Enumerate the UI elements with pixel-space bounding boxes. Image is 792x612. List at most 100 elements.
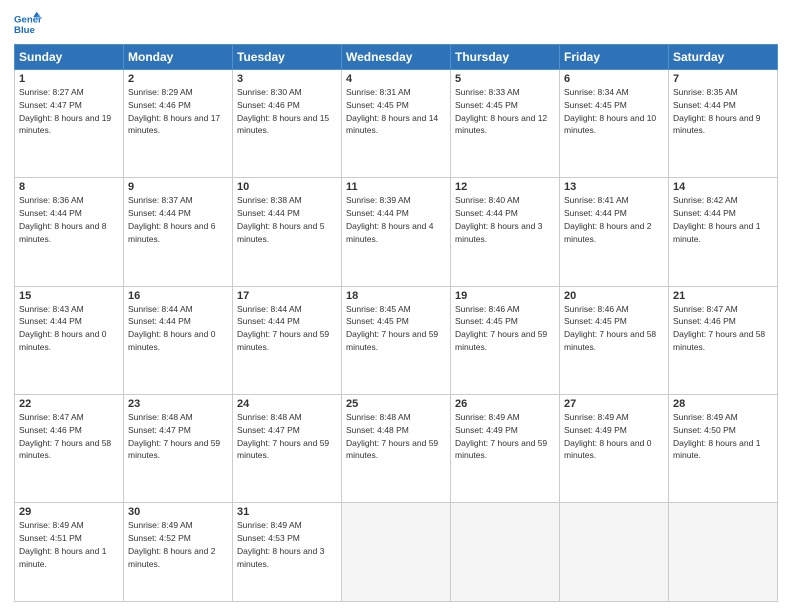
day-info: Sunrise: 8:41 AMSunset: 4:44 PMDaylight:…	[564, 194, 664, 245]
day-number: 24	[237, 398, 337, 410]
day-info: Sunrise: 8:46 AMSunset: 4:45 PMDaylight:…	[564, 303, 664, 354]
header-cell-thursday: Thursday	[451, 45, 560, 70]
calendar: SundayMondayTuesdayWednesdayThursdayFrid…	[14, 44, 778, 602]
day-number: 27	[564, 398, 664, 410]
day-number: 13	[564, 181, 664, 193]
day-info: Sunrise: 8:45 AMSunset: 4:45 PMDaylight:…	[346, 303, 446, 354]
calendar-cell: 14Sunrise: 8:42 AMSunset: 4:44 PMDayligh…	[669, 178, 778, 286]
calendar-cell: 22Sunrise: 8:47 AMSunset: 4:46 PMDayligh…	[15, 395, 124, 503]
day-info: Sunrise: 8:48 AMSunset: 4:47 PMDaylight:…	[237, 411, 337, 462]
day-info: Sunrise: 8:49 AMSunset: 4:52 PMDaylight:…	[128, 519, 228, 570]
calendar-cell: 24Sunrise: 8:48 AMSunset: 4:47 PMDayligh…	[233, 395, 342, 503]
day-number: 30	[128, 506, 228, 518]
calendar-cell	[451, 503, 560, 602]
day-number: 14	[673, 181, 773, 193]
calendar-cell: 17Sunrise: 8:44 AMSunset: 4:44 PMDayligh…	[233, 286, 342, 394]
calendar-cell: 18Sunrise: 8:45 AMSunset: 4:45 PMDayligh…	[342, 286, 451, 394]
calendar-row-4: 29Sunrise: 8:49 AMSunset: 4:51 PMDayligh…	[15, 503, 778, 602]
day-info: Sunrise: 8:49 AMSunset: 4:49 PMDaylight:…	[455, 411, 555, 462]
calendar-header-row: SundayMondayTuesdayWednesdayThursdayFrid…	[15, 45, 778, 70]
header-cell-saturday: Saturday	[669, 45, 778, 70]
calendar-cell: 8Sunrise: 8:36 AMSunset: 4:44 PMDaylight…	[15, 178, 124, 286]
day-info: Sunrise: 8:36 AMSunset: 4:44 PMDaylight:…	[19, 194, 119, 245]
day-info: Sunrise: 8:38 AMSunset: 4:44 PMDaylight:…	[237, 194, 337, 245]
calendar-cell: 30Sunrise: 8:49 AMSunset: 4:52 PMDayligh…	[124, 503, 233, 602]
calendar-cell: 7Sunrise: 8:35 AMSunset: 4:44 PMDaylight…	[669, 70, 778, 178]
day-info: Sunrise: 8:44 AMSunset: 4:44 PMDaylight:…	[237, 303, 337, 354]
day-info: Sunrise: 8:49 AMSunset: 4:53 PMDaylight:…	[237, 519, 337, 570]
day-number: 20	[564, 290, 664, 302]
calendar-cell: 6Sunrise: 8:34 AMSunset: 4:45 PMDaylight…	[560, 70, 669, 178]
calendar-cell: 13Sunrise: 8:41 AMSunset: 4:44 PMDayligh…	[560, 178, 669, 286]
header-cell-monday: Monday	[124, 45, 233, 70]
calendar-cell: 26Sunrise: 8:49 AMSunset: 4:49 PMDayligh…	[451, 395, 560, 503]
day-info: Sunrise: 8:46 AMSunset: 4:45 PMDaylight:…	[455, 303, 555, 354]
calendar-cell: 21Sunrise: 8:47 AMSunset: 4:46 PMDayligh…	[669, 286, 778, 394]
header-cell-wednesday: Wednesday	[342, 45, 451, 70]
day-info: Sunrise: 8:47 AMSunset: 4:46 PMDaylight:…	[673, 303, 773, 354]
calendar-cell: 19Sunrise: 8:46 AMSunset: 4:45 PMDayligh…	[451, 286, 560, 394]
day-number: 10	[237, 181, 337, 193]
calendar-cell: 3Sunrise: 8:30 AMSunset: 4:46 PMDaylight…	[233, 70, 342, 178]
calendar-cell: 25Sunrise: 8:48 AMSunset: 4:48 PMDayligh…	[342, 395, 451, 503]
calendar-cell	[669, 503, 778, 602]
calendar-cell: 28Sunrise: 8:49 AMSunset: 4:50 PMDayligh…	[669, 395, 778, 503]
calendar-cell: 15Sunrise: 8:43 AMSunset: 4:44 PMDayligh…	[15, 286, 124, 394]
day-number: 11	[346, 181, 446, 193]
calendar-cell: 29Sunrise: 8:49 AMSunset: 4:51 PMDayligh…	[15, 503, 124, 602]
header-cell-tuesday: Tuesday	[233, 45, 342, 70]
day-info: Sunrise: 8:31 AMSunset: 4:45 PMDaylight:…	[346, 86, 446, 137]
logo-icon: General Blue	[14, 10, 42, 38]
day-number: 3	[237, 73, 337, 85]
calendar-cell: 27Sunrise: 8:49 AMSunset: 4:49 PMDayligh…	[560, 395, 669, 503]
day-number: 28	[673, 398, 773, 410]
day-info: Sunrise: 8:34 AMSunset: 4:45 PMDaylight:…	[564, 86, 664, 137]
day-info: Sunrise: 8:40 AMSunset: 4:44 PMDaylight:…	[455, 194, 555, 245]
day-number: 31	[237, 506, 337, 518]
day-number: 17	[237, 290, 337, 302]
day-number: 1	[19, 73, 119, 85]
day-number: 5	[455, 73, 555, 85]
day-info: Sunrise: 8:27 AMSunset: 4:47 PMDaylight:…	[19, 86, 119, 137]
day-info: Sunrise: 8:47 AMSunset: 4:46 PMDaylight:…	[19, 411, 119, 462]
day-info: Sunrise: 8:48 AMSunset: 4:47 PMDaylight:…	[128, 411, 228, 462]
day-number: 16	[128, 290, 228, 302]
day-info: Sunrise: 8:35 AMSunset: 4:44 PMDaylight:…	[673, 86, 773, 137]
calendar-cell: 11Sunrise: 8:39 AMSunset: 4:44 PMDayligh…	[342, 178, 451, 286]
day-number: 12	[455, 181, 555, 193]
day-info: Sunrise: 8:29 AMSunset: 4:46 PMDaylight:…	[128, 86, 228, 137]
day-number: 18	[346, 290, 446, 302]
day-number: 19	[455, 290, 555, 302]
day-number: 29	[19, 506, 119, 518]
day-number: 22	[19, 398, 119, 410]
calendar-cell	[560, 503, 669, 602]
day-info: Sunrise: 8:39 AMSunset: 4:44 PMDaylight:…	[346, 194, 446, 245]
day-info: Sunrise: 8:49 AMSunset: 4:51 PMDaylight:…	[19, 519, 119, 570]
day-info: Sunrise: 8:37 AMSunset: 4:44 PMDaylight:…	[128, 194, 228, 245]
day-number: 6	[564, 73, 664, 85]
calendar-cell: 20Sunrise: 8:46 AMSunset: 4:45 PMDayligh…	[560, 286, 669, 394]
calendar-cell: 23Sunrise: 8:48 AMSunset: 4:47 PMDayligh…	[124, 395, 233, 503]
header-cell-friday: Friday	[560, 45, 669, 70]
calendar-row-3: 22Sunrise: 8:47 AMSunset: 4:46 PMDayligh…	[15, 395, 778, 503]
calendar-body: 1Sunrise: 8:27 AMSunset: 4:47 PMDaylight…	[15, 70, 778, 602]
day-number: 2	[128, 73, 228, 85]
day-number: 8	[19, 181, 119, 193]
svg-text:Blue: Blue	[14, 25, 35, 36]
day-info: Sunrise: 8:43 AMSunset: 4:44 PMDaylight:…	[19, 303, 119, 354]
calendar-cell: 5Sunrise: 8:33 AMSunset: 4:45 PMDaylight…	[451, 70, 560, 178]
day-number: 9	[128, 181, 228, 193]
calendar-cell: 4Sunrise: 8:31 AMSunset: 4:45 PMDaylight…	[342, 70, 451, 178]
day-number: 15	[19, 290, 119, 302]
day-number: 26	[455, 398, 555, 410]
header: General Blue	[14, 10, 778, 38]
calendar-cell: 1Sunrise: 8:27 AMSunset: 4:47 PMDaylight…	[15, 70, 124, 178]
calendar-row-1: 8Sunrise: 8:36 AMSunset: 4:44 PMDaylight…	[15, 178, 778, 286]
page: General Blue SundayMondayTuesdayWednesda…	[0, 0, 792, 612]
day-number: 4	[346, 73, 446, 85]
day-info: Sunrise: 8:48 AMSunset: 4:48 PMDaylight:…	[346, 411, 446, 462]
calendar-cell: 16Sunrise: 8:44 AMSunset: 4:44 PMDayligh…	[124, 286, 233, 394]
day-info: Sunrise: 8:30 AMSunset: 4:46 PMDaylight:…	[237, 86, 337, 137]
calendar-row-0: 1Sunrise: 8:27 AMSunset: 4:47 PMDaylight…	[15, 70, 778, 178]
day-info: Sunrise: 8:44 AMSunset: 4:44 PMDaylight:…	[128, 303, 228, 354]
